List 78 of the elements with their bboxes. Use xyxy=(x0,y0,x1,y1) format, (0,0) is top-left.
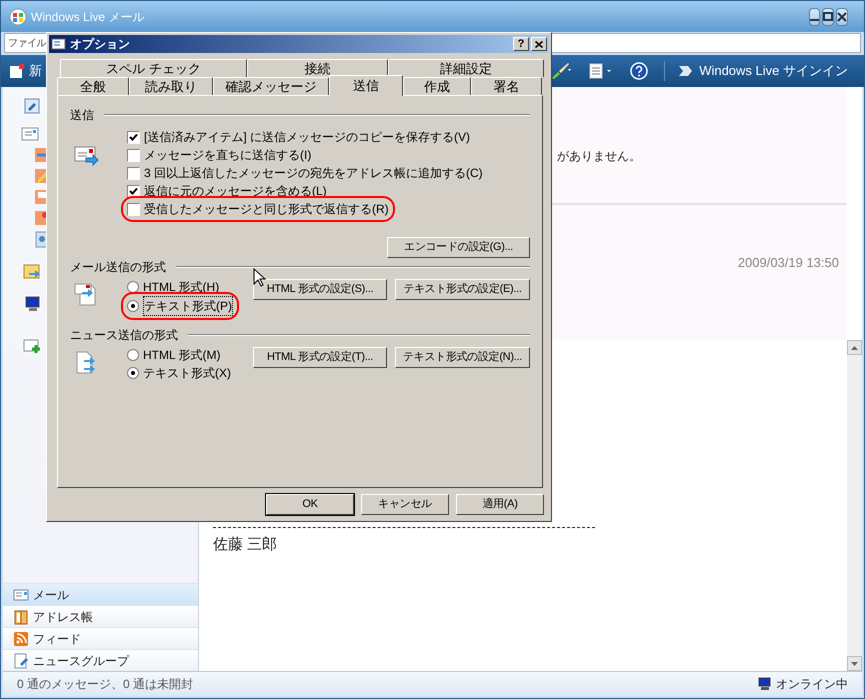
nav-item[interactable]: ニュースグループ xyxy=(3,649,198,671)
nav-item[interactable]: アドレス帳 xyxy=(3,605,198,627)
outbox-folder-icon[interactable] xyxy=(23,262,41,280)
signature-text: 佐藤 三郎 xyxy=(213,535,278,555)
check-icon xyxy=(129,187,138,195)
computer-icon xyxy=(758,677,772,691)
checkbox[interactable] xyxy=(127,148,140,162)
tab[interactable]: 読み取り xyxy=(129,77,213,95)
radio-option[interactable]: HTML 形式(M) xyxy=(125,346,223,364)
check-icon xyxy=(129,133,138,141)
checkbox-option[interactable]: メッセージを直ちに送信する(I) xyxy=(125,146,314,164)
checkbox-option[interactable]: 3 回以上返信したメッセージの宛先をアドレス帳に追加する(C) xyxy=(125,164,485,182)
tab[interactable]: 全般 xyxy=(57,77,129,95)
date-text: 2009/03/19 13:50 xyxy=(738,254,839,272)
notice-text: がありません。 xyxy=(557,149,641,163)
text-settings-button[interactable]: テキスト形式の設定(N)... xyxy=(395,347,530,368)
tab[interactable]: 署名 xyxy=(471,77,542,95)
menu-item[interactable]: ファイル xyxy=(8,36,46,50)
maximize-button[interactable] xyxy=(822,8,834,26)
dialog-title: オプション xyxy=(70,36,130,53)
radio-button[interactable] xyxy=(127,349,139,361)
new-mail-icon xyxy=(9,63,25,79)
section-title: ニュース送信の形式 xyxy=(70,327,178,344)
checkbox-option[interactable]: [送信済みアイテム] に送信メッセージのコピーを保存する(V) xyxy=(125,128,472,146)
checkbox[interactable] xyxy=(127,202,140,216)
sign-in-button[interactable]: Windows Live サインイン xyxy=(677,61,848,81)
status-text: 0 通のメッセージ、0 通は未開封 xyxy=(17,676,194,693)
html-settings-button[interactable]: HTML 形式の設定(S)... xyxy=(253,279,387,300)
section-title: 送信 xyxy=(70,107,94,124)
app-logo-icon xyxy=(9,8,27,26)
caret-icon xyxy=(851,346,858,350)
cursor-icon xyxy=(253,268,267,288)
tab[interactable]: 送信 xyxy=(329,75,403,96)
online-status-text: オンライン中 xyxy=(776,676,848,693)
tab[interactable]: 接続 xyxy=(247,59,388,77)
nav-item[interactable]: フィード xyxy=(3,627,198,649)
tab[interactable]: 詳細設定 xyxy=(388,59,544,77)
maximize-icon xyxy=(823,12,833,21)
computer-icon[interactable] xyxy=(23,294,41,312)
encoding-button[interactable]: エンコードの設定(G)... xyxy=(387,237,530,258)
tab[interactable]: スペル チェック xyxy=(60,59,247,77)
add-account-icon[interactable] xyxy=(23,338,41,356)
help-icon[interactable] xyxy=(630,62,648,80)
new-button[interactable]: 新 xyxy=(9,61,42,81)
close-icon xyxy=(535,40,543,48)
feed-icon xyxy=(13,630,29,646)
close-button[interactable] xyxy=(836,8,848,26)
checkbox-option[interactable]: 受信したメッセージと同じ形式で返信する(R) xyxy=(125,200,391,218)
scroll-down-button[interactable] xyxy=(847,656,862,671)
options-icon xyxy=(51,37,67,51)
window-title: Windows Live メール xyxy=(31,8,144,26)
help-button[interactable]: ? xyxy=(513,37,529,51)
cancel-button[interactable]: キャンセル xyxy=(361,494,449,515)
tab[interactable]: 作成 xyxy=(403,77,471,95)
close-icon xyxy=(837,12,847,22)
mail-icon xyxy=(13,586,29,602)
caret-icon xyxy=(851,662,858,666)
ok-button[interactable]: OK xyxy=(266,494,354,515)
html-settings-button[interactable]: HTML 形式の設定(T)... xyxy=(253,347,387,368)
inbox-icon[interactable] xyxy=(21,125,39,143)
radio-button[interactable] xyxy=(127,300,139,312)
text-settings-button[interactable]: テキスト形式の設定(E)... xyxy=(395,279,530,300)
radio-button[interactable] xyxy=(127,367,139,379)
newsgroup-icon xyxy=(13,652,29,668)
checkbox[interactable] xyxy=(127,184,140,198)
address-book-icon xyxy=(13,608,29,624)
apply-button[interactable]: 適用(A) xyxy=(456,494,544,515)
tab[interactable]: 確認メッセージ xyxy=(213,77,329,95)
checkbox[interactable] xyxy=(127,130,140,144)
section-title: メール送信の形式 xyxy=(70,259,166,276)
radio-option[interactable]: テキスト形式(X) xyxy=(125,364,233,382)
minimize-button[interactable] xyxy=(809,8,820,26)
nav-item[interactable]: メール xyxy=(3,583,198,605)
folder-icon[interactable] xyxy=(23,97,41,115)
radio-button[interactable] xyxy=(127,281,139,293)
minimize-icon xyxy=(810,18,819,20)
checkbox[interactable] xyxy=(127,166,140,180)
scroll-up-button[interactable] xyxy=(847,340,862,355)
